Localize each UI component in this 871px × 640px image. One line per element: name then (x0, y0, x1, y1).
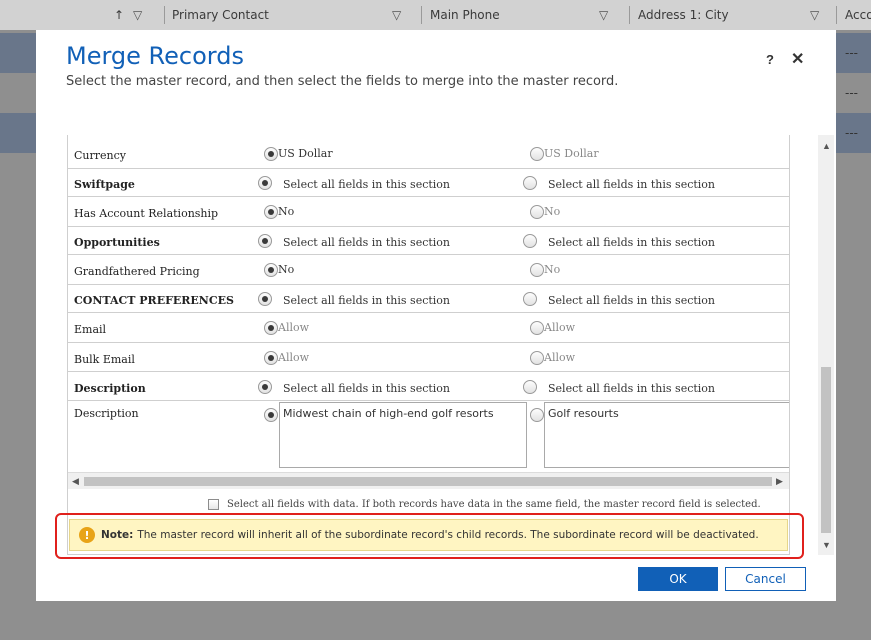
filter-icon[interactable]: ▽ (392, 8, 401, 22)
subordinate-section-text-swiftpage: Select all fields in this section (548, 178, 716, 191)
master-section-radio-opportunities[interactable] (258, 234, 272, 248)
scroll-right-icon[interactable]: ▶ (776, 476, 783, 487)
master-description-textbox[interactable]: Midwest chain of high-end golf resorts (279, 402, 527, 468)
section-label-swiftpage: Swiftpage (74, 178, 135, 191)
field-label-bulk-email: Bulk Email (74, 353, 135, 366)
filter-icon[interactable]: ▽ (133, 8, 142, 22)
master-section-text-swiftpage: Select all fields in this section (283, 178, 451, 191)
grid-cell: --- (845, 86, 858, 100)
grid-cell: --- (845, 126, 858, 140)
scroll-down-icon[interactable]: ▼ (822, 540, 831, 550)
master-section-text-description: Select all fields in this section (283, 382, 451, 395)
master-section-text-contact-preferences: Select all fields in this section (283, 294, 451, 307)
master-value-bulk-email: Allow (278, 351, 310, 364)
subordinate-radio-has-account-relationship[interactable] (530, 205, 544, 219)
master-value-grandfathered-pricing: No (278, 263, 295, 276)
subordinate-section-text-opportunities: Select all fields in this section (548, 236, 716, 249)
select-all-with-data-checkbox[interactable] (208, 499, 219, 510)
subordinate-section-text-description: Select all fields in this section (548, 382, 716, 395)
subordinate-radio-email[interactable] (530, 321, 544, 335)
subordinate-section-radio-contact-preferences[interactable] (523, 292, 537, 306)
field-label-has-account-relationship: Has Account Relationship (74, 207, 219, 220)
scroll-up-icon[interactable]: ▲ (822, 141, 831, 151)
subordinate-radio-grandfathered-pricing[interactable] (530, 263, 544, 277)
column-header-primary-contact[interactable]: Primary Contact (172, 0, 269, 30)
close-button[interactable]: ✕ (791, 49, 804, 69)
subordinate-section-radio-opportunities[interactable] (523, 234, 537, 248)
dialog-title: Merge Records (66, 42, 244, 70)
subordinate-section-radio-swiftpage[interactable] (523, 176, 537, 190)
field-label-email: Email (74, 323, 107, 336)
subordinate-radio-bulk-email[interactable] (530, 351, 544, 365)
cancel-button[interactable]: Cancel (725, 567, 806, 591)
section-label-opportunities: Opportunities (74, 236, 160, 249)
subordinate-value-currency: US Dollar (544, 147, 599, 160)
merge-records-dialog: Merge Records Select the master record, … (36, 30, 836, 601)
master-radio-currency[interactable] (264, 147, 278, 161)
master-value-email: Allow (278, 321, 310, 334)
subordinate-value-grandfathered-pricing: No (544, 263, 561, 276)
field-label-grandfathered-pricing: Grandfathered Pricing (74, 265, 200, 278)
ok-button[interactable]: OK (638, 567, 718, 591)
master-radio-has-account-relationship[interactable] (264, 205, 278, 219)
master-section-radio-swiftpage[interactable] (258, 176, 272, 190)
master-section-text-opportunities: Select all fields in this section (283, 236, 451, 249)
subordinate-value-has-account-relationship: No (544, 205, 561, 218)
subordinate-radio-currency[interactable] (530, 147, 544, 161)
field-label-description: Description (74, 407, 139, 420)
field-label-currency: Currency (74, 149, 126, 162)
subordinate-value-bulk-email: Allow (544, 351, 576, 364)
section-label-description: Description (74, 382, 146, 395)
master-radio-description[interactable] (264, 408, 278, 422)
vertical-scrollbar-thumb[interactable] (821, 367, 831, 533)
dialog-subtitle: Select the master record, and then selec… (66, 74, 619, 89)
subordinate-description-textbox[interactable]: Golf resourts (544, 402, 789, 468)
horizontal-scrollbar-thumb[interactable] (84, 477, 772, 486)
note-highlight-outline (55, 513, 804, 559)
help-button[interactable]: ? (766, 52, 774, 67)
merge-fields-form: Currency US Dollar US Dollar Swiftpage S… (67, 135, 790, 555)
master-value-currency: US Dollar (278, 147, 333, 160)
vertical-scrollbar[interactable]: ▲ ▼ (818, 135, 834, 555)
sort-ascending-icon[interactable]: ↑ (114, 0, 124, 30)
column-header-account[interactable]: Acco (845, 0, 871, 30)
subordinate-value-email: Allow (544, 321, 576, 334)
master-radio-grandfathered-pricing[interactable] (264, 263, 278, 277)
master-value-has-account-relationship: No (278, 205, 295, 218)
master-section-radio-contact-preferences[interactable] (258, 292, 272, 306)
select-all-with-data[interactable]: Select all fields with data. If both rec… (208, 499, 761, 510)
column-header-address-city[interactable]: Address 1: City (638, 0, 729, 30)
select-all-with-data-label: Select all fields with data. If both rec… (227, 499, 761, 510)
master-radio-bulk-email[interactable] (264, 351, 278, 365)
filter-icon[interactable]: ▽ (599, 8, 608, 22)
filter-icon[interactable]: ▽ (810, 8, 819, 22)
column-header-main-phone[interactable]: Main Phone (430, 0, 500, 30)
section-label-contact-preferences: CONTACT PREFERENCES (74, 294, 234, 307)
horizontal-scrollbar[interactable]: ◀ ▶ (68, 472, 789, 489)
master-section-radio-description[interactable] (258, 380, 272, 394)
master-radio-email[interactable] (264, 321, 278, 335)
subordinate-section-radio-description[interactable] (523, 380, 537, 394)
grid-cell: --- (845, 46, 858, 60)
scroll-left-icon[interactable]: ◀ (72, 476, 79, 487)
subordinate-radio-description[interactable] (530, 408, 544, 422)
subordinate-section-text-contact-preferences: Select all fields in this section (548, 294, 716, 307)
